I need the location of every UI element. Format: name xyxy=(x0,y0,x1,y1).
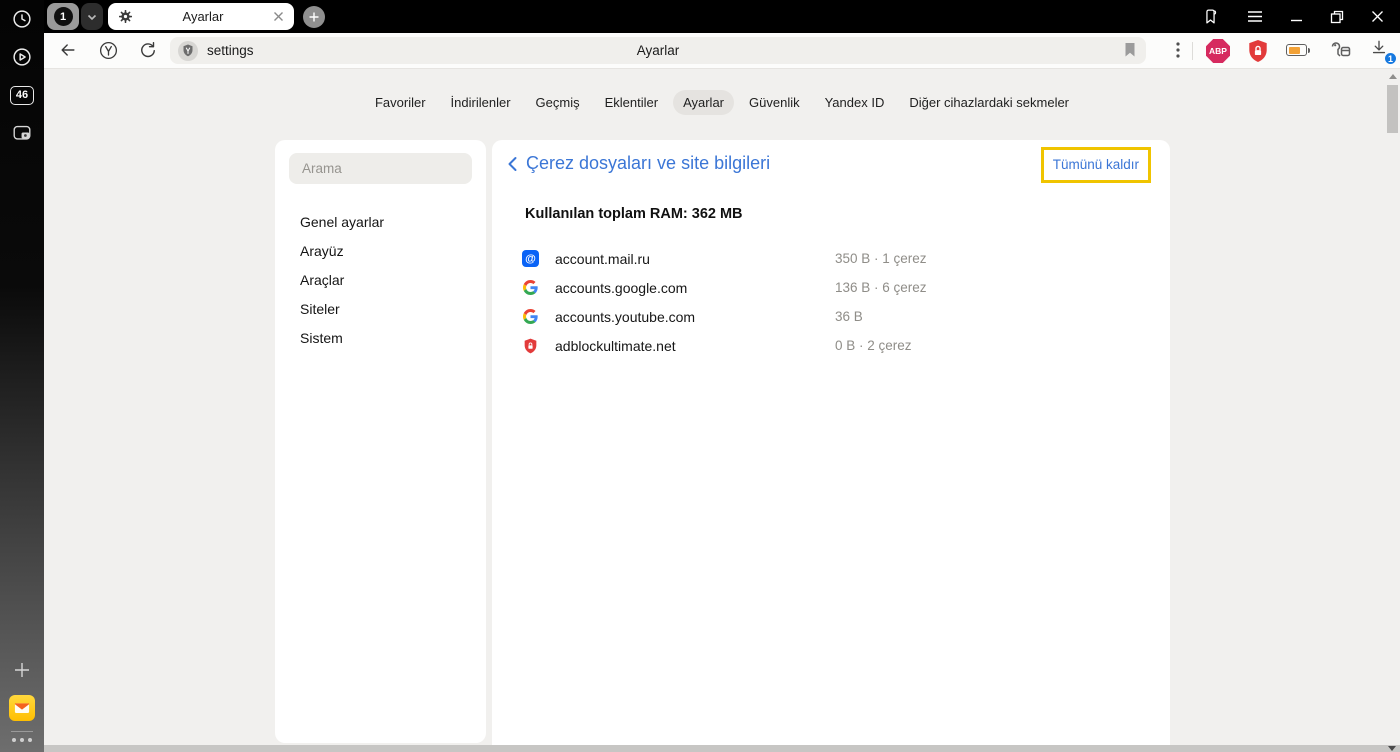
tab-counter-label: 46 xyxy=(10,85,34,105)
battery-fill xyxy=(1288,46,1300,54)
nav-tab-eklentiler[interactable]: Eklentiler xyxy=(595,90,668,115)
nav-tab-ayarlar[interactable]: Ayarlar xyxy=(673,90,735,115)
tab-group-count: 1 xyxy=(53,7,73,26)
search-input[interactable] xyxy=(289,153,472,184)
nav-tab-guvenlik[interactable]: Güvenlik xyxy=(739,90,810,115)
site-row-mailru[interactable]: @ account.mail.ru 350 B · 1 çerez xyxy=(492,244,1170,273)
screenshot-icon[interactable] xyxy=(9,120,35,146)
horizontal-scrollbar[interactable] xyxy=(44,745,1400,752)
site-row-adblockultimate[interactable]: adblockultimate.net 0 B · 2 çerez xyxy=(492,331,1170,360)
side-rail: 46 xyxy=(0,0,44,752)
sidebar-item-siteler[interactable]: Siteler xyxy=(275,294,486,323)
tab-title: Ayarlar xyxy=(182,9,224,24)
tab-close-icon[interactable] xyxy=(273,11,284,22)
settings-section-list: Genel ayarlar Arayüz Araçlar Siteler Sis… xyxy=(275,207,486,352)
gear-icon xyxy=(118,9,133,24)
nav-tab-diger-cihazlar[interactable]: Diğer cihazlardaki sekmeler xyxy=(899,90,1079,115)
address-bar[interactable]: settings Ayarlar xyxy=(170,37,1146,64)
play-media-icon[interactable] xyxy=(9,44,35,70)
sidebar-panel-icon[interactable] xyxy=(1201,7,1220,26)
settings-sidebar-card: Genel ayarlar Arayüz Araçlar Siteler Sis… xyxy=(275,140,486,743)
site-list: @ account.mail.ru 350 B · 1 çerez accoun… xyxy=(492,244,1170,360)
scroll-down-icon[interactable] xyxy=(1388,746,1396,751)
site-name: adblockultimate.net xyxy=(555,337,676,354)
site-info: 136 B · 6 çerez xyxy=(835,280,927,295)
new-tab-button[interactable] xyxy=(303,5,325,28)
yandex-home-icon[interactable] xyxy=(96,38,120,62)
yandex-mail-icon[interactable] xyxy=(9,695,35,721)
battery-saver-icon[interactable] xyxy=(1286,44,1310,56)
history-icon[interactable] xyxy=(9,6,35,32)
passwords-icon[interactable] xyxy=(1329,38,1353,62)
site-info: 0 B · 2 çerez xyxy=(835,338,912,353)
abp-extension-icon[interactable]: ABP xyxy=(1206,39,1230,63)
rail-add-icon[interactable] xyxy=(9,657,35,683)
download-count-badge: 1 xyxy=(1384,52,1397,65)
site-name: accounts.google.com xyxy=(555,279,688,296)
browser-window: 46 1 Ayarlar settings Ayarlar ABP 1 Favo… xyxy=(0,0,1400,752)
close-window-icon[interactable] xyxy=(1371,10,1384,23)
google-favicon xyxy=(522,308,539,325)
nav-tab-yandex-id[interactable]: Yandex ID xyxy=(815,90,895,115)
settings-page: Favoriler İndirilenler Geçmiş Eklentiler… xyxy=(44,69,1400,752)
nav-tab-gecmis[interactable]: Geçmiş xyxy=(526,90,590,115)
mailru-favicon: @ xyxy=(522,250,539,267)
toolbar: settings Ayarlar ABP 1 xyxy=(44,33,1400,69)
site-row-google[interactable]: accounts.google.com 136 B · 6 çerez xyxy=(492,273,1170,302)
toolbar-more-icon[interactable] xyxy=(1166,38,1190,62)
restore-icon[interactable] xyxy=(1330,10,1344,24)
address-value: settings xyxy=(207,43,254,58)
panel-header: Çerez dosyaları ve site bilgileri xyxy=(506,153,770,174)
bookmark-icon[interactable] xyxy=(1123,42,1137,58)
site-name: account.mail.ru xyxy=(555,250,650,267)
reload-icon[interactable] xyxy=(136,38,160,62)
remove-all-button[interactable]: Tümünü kaldır xyxy=(1053,157,1139,172)
menu-icon[interactable] xyxy=(1247,10,1263,23)
cookies-panel: Çerez dosyaları ve site bilgileri Tümünü… xyxy=(492,140,1170,745)
sidebar-item-genel-ayarlar[interactable]: Genel ayarlar xyxy=(275,207,486,236)
tab-counter-badge[interactable]: 46 xyxy=(9,82,35,108)
site-info: 36 B xyxy=(835,309,863,324)
sidebar-item-sistem[interactable]: Sistem xyxy=(275,323,486,352)
back-chevron-icon[interactable] xyxy=(506,154,519,174)
tab-ayarlar[interactable]: Ayarlar xyxy=(108,3,294,30)
highlight-box: Tümünü kaldır xyxy=(1040,147,1151,183)
toolbar-divider xyxy=(1192,42,1193,60)
nav-tab-favoriler[interactable]: Favoriler xyxy=(365,90,436,115)
rail-divider xyxy=(11,731,33,732)
abp-label: ABP xyxy=(1209,46,1227,56)
rail-more-icon[interactable] xyxy=(12,738,32,742)
back-icon[interactable] xyxy=(56,38,80,62)
tab-group-button[interactable]: 1 xyxy=(47,3,79,30)
scrollbar-thumb[interactable] xyxy=(1387,85,1398,133)
shield-favicon xyxy=(522,337,539,354)
tab-group-chevron-icon[interactable] xyxy=(81,3,103,30)
titlebar: 1 Ayarlar xyxy=(44,0,1400,33)
google-favicon xyxy=(522,279,539,296)
sidebar-item-arayuz[interactable]: Arayüz xyxy=(275,236,486,265)
minimize-icon[interactable] xyxy=(1290,10,1303,23)
settings-nav: Favoriler İndirilenler Geçmiş Eklentiler… xyxy=(44,90,1400,115)
page-title: Ayarlar xyxy=(636,43,680,58)
sidebar-item-araclar[interactable]: Araçlar xyxy=(275,265,486,294)
ram-total-label: Kullanılan toplam RAM: 362 MB xyxy=(525,206,743,222)
site-info: 350 B · 1 çerez xyxy=(835,251,927,266)
site-row-youtube[interactable]: accounts.youtube.com 36 B xyxy=(492,302,1170,331)
scroll-up-icon[interactable] xyxy=(1389,74,1397,79)
vertical-scrollbar[interactable] xyxy=(1386,69,1399,744)
adblock-shield-icon[interactable] xyxy=(1247,39,1269,63)
nav-tab-indirilenler[interactable]: İndirilenler xyxy=(441,90,521,115)
downloads-icon[interactable]: 1 xyxy=(1369,38,1397,65)
site-name: accounts.youtube.com xyxy=(555,308,696,325)
panel-title: Çerez dosyaları ve site bilgileri xyxy=(526,153,771,173)
